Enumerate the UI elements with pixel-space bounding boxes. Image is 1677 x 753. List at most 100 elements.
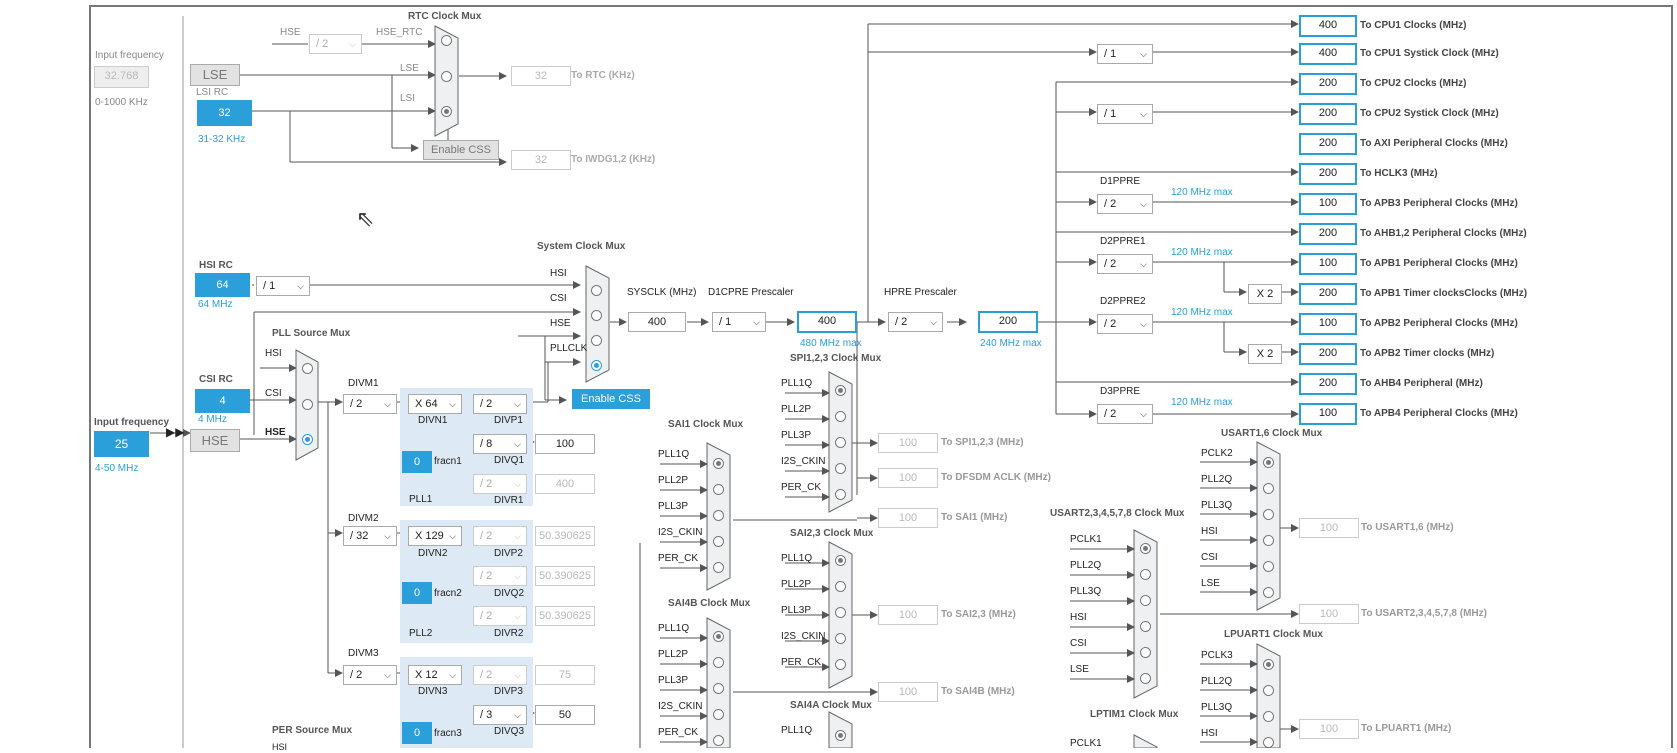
output-divider-select-1[interactable]: / 1 ⌵ [1097, 44, 1153, 64]
pll-source-radio-csi[interactable] [302, 399, 313, 410]
fracn3-field[interactable]: 0 [402, 722, 432, 744]
hpre-select[interactable]: / 2 ⌵ [888, 312, 943, 332]
usart16-output-value[interactable]: 100 [1299, 518, 1359, 538]
spi-output-value[interactable]: 100 [878, 433, 938, 453]
usart16-radio-hsi[interactable] [1263, 535, 1274, 546]
divq2-output[interactable]: 50.390625 [535, 566, 595, 586]
divr1-select[interactable]: / 2 ⌵ [473, 474, 527, 494]
hsi-divider-select[interactable]: / 1 ⌵ [256, 276, 310, 296]
pll-source-radio-hsi[interactable] [302, 363, 313, 374]
divp3-output[interactable]: 75 [535, 665, 595, 685]
output-value-13[interactable]: 100 [1299, 403, 1357, 425]
lpuart1-radio-hsi[interactable] [1263, 737, 1274, 748]
sai1-radio-pll2p[interactable] [713, 484, 724, 495]
sysclk-value[interactable]: 400 [628, 312, 686, 332]
output-value-8[interactable]: 100 [1299, 253, 1357, 275]
output-divider-select-10[interactable]: / 2 ⌵ [1097, 314, 1153, 334]
lpuart1-radio-pclk3[interactable] [1263, 659, 1274, 670]
lpuart1-radio-pll2q[interactable] [1263, 685, 1274, 696]
usart2-radio-pll2q[interactable] [1140, 569, 1151, 580]
sai4b-output-value[interactable]: 100 [878, 682, 938, 702]
csi-rc-value[interactable]: 4 [195, 389, 250, 413]
divr2-select[interactable]: / 2 ⌵ [473, 606, 527, 626]
fracn1-field[interactable]: 0 [402, 451, 432, 473]
sai4b-radio-pll2p[interactable] [713, 657, 724, 668]
hclk-value[interactable]: 200 [978, 311, 1038, 333]
dfsdm-output-value[interactable]: 100 [878, 468, 938, 488]
output-value-6[interactable]: 100 [1299, 193, 1357, 215]
output-divider-select-13[interactable]: / 2 ⌵ [1097, 404, 1153, 424]
sysclk-radio-hse[interactable] [591, 335, 602, 346]
lse-input-frequency-field[interactable]: 32.768 [94, 66, 149, 88]
sysclk-radio-pllclk[interactable] [591, 360, 602, 371]
sai23-radio-pll1q[interactable] [835, 555, 846, 566]
output-value-5[interactable]: 200 [1299, 163, 1357, 185]
lse-source-box[interactable]: LSE [190, 64, 240, 86]
sai1-radio-pll3p[interactable] [713, 510, 724, 521]
sysclk-radio-csi[interactable] [591, 310, 602, 321]
divn2-select[interactable]: X 129 ⌵ [408, 526, 462, 546]
divq2-select[interactable]: / 2 ⌵ [473, 566, 527, 586]
divn1-select[interactable]: X 64 ⌵ [408, 394, 462, 414]
usart2-radio-pclk1[interactable] [1140, 543, 1151, 554]
sai1-radio-pll1q[interactable] [713, 458, 724, 469]
output-divider-select-3[interactable]: / 1 ⌵ [1097, 104, 1153, 124]
lpuart1-output-value[interactable]: 100 [1299, 719, 1359, 739]
d1cpre-select[interactable]: / 1 ⌵ [712, 312, 766, 332]
hsi-rc-value[interactable]: 64 [195, 273, 250, 297]
usart2-radio-hsi[interactable] [1140, 621, 1151, 632]
lsi-rc-value[interactable]: 32 [197, 100, 252, 126]
sai1-radio-per-ck[interactable] [713, 562, 724, 573]
sai1-radio-i2s-ckin[interactable] [713, 536, 724, 547]
divq3-output[interactable]: 50 [535, 705, 595, 725]
divq3-select[interactable]: / 3 ⌵ [473, 705, 527, 725]
usart2-output-value[interactable]: 100 [1299, 604, 1359, 624]
divp1-select[interactable]: / 2 ⌵ [473, 394, 527, 414]
usart2-radio-pll3q[interactable] [1140, 595, 1151, 606]
sai23-output-value[interactable]: 100 [878, 605, 938, 625]
usart2-radio-csi[interactable] [1140, 647, 1151, 658]
sai23-radio-i2s-ckin[interactable] [835, 633, 846, 644]
divr2-output[interactable]: 50.390625 [535, 606, 595, 626]
usart16-radio-lse[interactable] [1263, 587, 1274, 598]
output-value-9[interactable]: 200 [1299, 283, 1357, 305]
output-value-2[interactable]: 200 [1299, 73, 1357, 95]
sai4b-radio-per-ck[interactable] [713, 735, 724, 746]
sai23-radio-pll2p[interactable] [835, 581, 846, 592]
divm2-select[interactable]: / 32 ⌵ [343, 526, 397, 546]
usart16-radio-pclk2[interactable] [1263, 457, 1274, 468]
hse-input-frequency-field[interactable]: 25 [94, 431, 149, 457]
output-divider-select-6[interactable]: / 2 ⌵ [1097, 194, 1153, 214]
output-value-7[interactable]: 200 [1299, 223, 1357, 245]
output-value-1[interactable]: 400 [1299, 43, 1357, 65]
spi-radio-pll3p[interactable] [835, 437, 846, 448]
divq1-output[interactable]: 100 [535, 434, 595, 454]
rtc-output-value[interactable]: 32 [511, 66, 571, 86]
usart16-radio-csi[interactable] [1263, 561, 1274, 572]
sai4a-radio-pll1q[interactable] [835, 730, 846, 741]
rtc-mux-radio-hse[interactable] [441, 35, 452, 46]
divm3-select[interactable]: / 2 ⌵ [343, 665, 397, 685]
pll-source-radio-hse[interactable] [302, 434, 313, 445]
rtc-mux-radio-lse[interactable] [441, 71, 452, 82]
sysclk-enable-css-button[interactable]: Enable CSS [572, 389, 650, 409]
divn3-select[interactable]: X 12 ⌵ [408, 665, 462, 685]
spi-radio-pll1q[interactable] [835, 385, 846, 396]
spi-radio-per-ck[interactable] [835, 489, 846, 500]
iwdg-output-value[interactable]: 32 [511, 150, 571, 170]
divq1-select[interactable]: / 8 ⌵ [473, 434, 527, 454]
sai23-radio-pll3p[interactable] [835, 607, 846, 618]
rtc-mux-radio-lsi[interactable] [441, 106, 452, 117]
rtc-hse-divider-select[interactable]: / 2 ⌵ [309, 34, 362, 54]
spi-radio-i2s-ckin[interactable] [835, 463, 846, 474]
sai1-output-value[interactable]: 100 [878, 508, 938, 528]
spi-radio-pll2p[interactable] [835, 411, 846, 422]
usart16-radio-pll2q[interactable] [1263, 483, 1274, 494]
divm1-select[interactable]: / 2 ⌵ [343, 394, 397, 414]
fracn2-field[interactable]: 0 [402, 582, 432, 604]
sai4b-radio-pll3p[interactable] [713, 683, 724, 694]
sai23-radio-per-ck[interactable] [835, 659, 846, 670]
lpuart1-radio-pll3q[interactable] [1263, 711, 1274, 722]
hse-source-box[interactable]: HSE [190, 429, 240, 452]
rtc-enable-css-button[interactable]: Enable CSS [423, 140, 499, 160]
